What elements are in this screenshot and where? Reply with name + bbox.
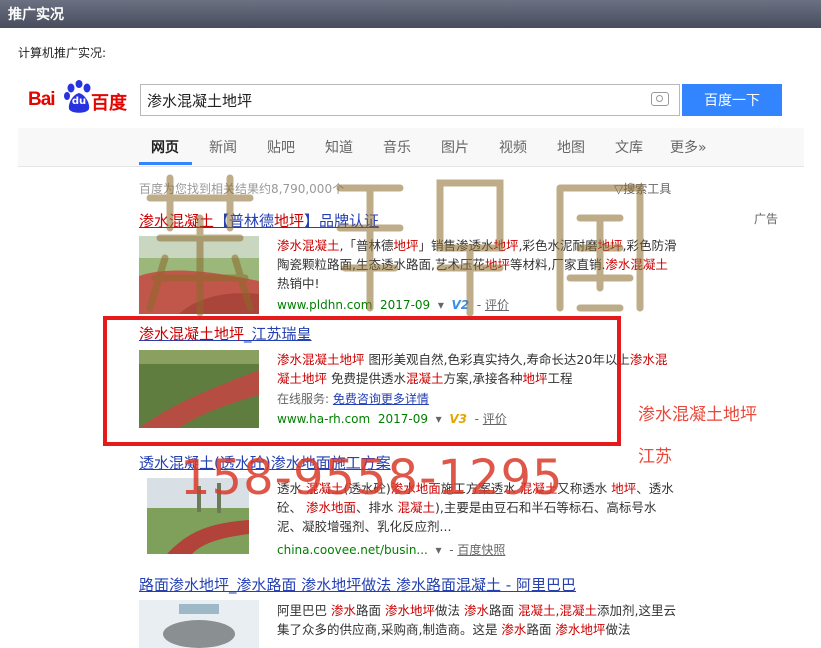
desc-highlight: 渗水地坪	[384, 603, 435, 618]
tab-web[interactable]: 网页	[151, 137, 179, 157]
highlight-frame	[103, 316, 621, 446]
ad-label: 广告	[754, 212, 779, 226]
camera-icon[interactable]	[651, 92, 669, 106]
phone-watermark: 158-9558-1295	[180, 450, 564, 506]
desc-text: 做法	[605, 622, 631, 637]
panel-header: 推广实况	[0, 0, 821, 28]
desc-text: 做法	[435, 603, 464, 618]
tab-more[interactable]: 更多»	[670, 137, 707, 157]
desc-text: 路面	[356, 603, 385, 618]
desc-highlight: 混凝土	[559, 603, 597, 618]
tab-video[interactable]: 视频	[499, 137, 527, 157]
panel-title: 推广实况	[8, 7, 64, 23]
desc-highlight: 混凝土	[517, 603, 556, 618]
result-desc-4: 阿里巴巴 渗水路面 渗水地坪做法 渗水路面 混凝土,混凝土添加剂,这里云集了众多…	[277, 601, 677, 648]
logo-badge: du	[71, 96, 87, 107]
search-button[interactable]: 百度一下	[682, 84, 782, 116]
tab-zhidao[interactable]: 知道	[325, 137, 353, 157]
seal-watermark	[146, 174, 644, 317]
desc-highlight: 渗水	[330, 603, 356, 618]
desc-highlight: 渗水	[463, 603, 489, 618]
result-url-3[interactable]: china.coovee.net/busin... ▾ - 百度快照	[277, 541, 505, 558]
active-tab-indicator	[139, 162, 192, 165]
tab-news[interactable]: 新闻	[209, 137, 237, 157]
tab-tieba[interactable]: 贴吧	[267, 137, 295, 157]
desc-text: 又称透水	[557, 481, 612, 496]
search-input[interactable]	[147, 90, 627, 110]
tab-map[interactable]: 地图	[557, 137, 585, 157]
desc-text: 路面	[526, 622, 556, 637]
side-label-1: 渗水混凝土地坪	[638, 405, 757, 425]
result-thumbnail-4[interactable]	[139, 600, 259, 648]
tab-images[interactable]: 图片	[441, 137, 469, 157]
logo-latin: Bai	[28, 89, 56, 110]
caption: 计算机推广实况:	[18, 46, 107, 60]
search-box	[140, 84, 680, 116]
result-title-4[interactable]: 路面渗水地坪_渗水路面 渗水地坪做法 渗水路面混凝土 - 阿里巴巴	[139, 574, 576, 595]
baidu-logo[interactable]: Bai du 百度	[28, 80, 132, 118]
desc-text: 阿里巴巴	[277, 603, 331, 618]
desc-highlight: 渗水地坪	[555, 622, 606, 637]
dropdown-icon[interactable]: ▾	[436, 543, 442, 557]
tab-wenku[interactable]: 文库	[615, 137, 643, 157]
logo-cn: 百度	[91, 93, 127, 114]
side-label-2: 江苏	[638, 447, 672, 467]
tab-music[interactable]: 音乐	[383, 137, 411, 157]
desc-highlight: 渗水	[501, 622, 527, 637]
snapshot-link[interactable]: 百度快照	[457, 543, 505, 557]
desc-highlight: 地坪	[611, 481, 637, 496]
desc-text: 路面	[489, 603, 518, 618]
